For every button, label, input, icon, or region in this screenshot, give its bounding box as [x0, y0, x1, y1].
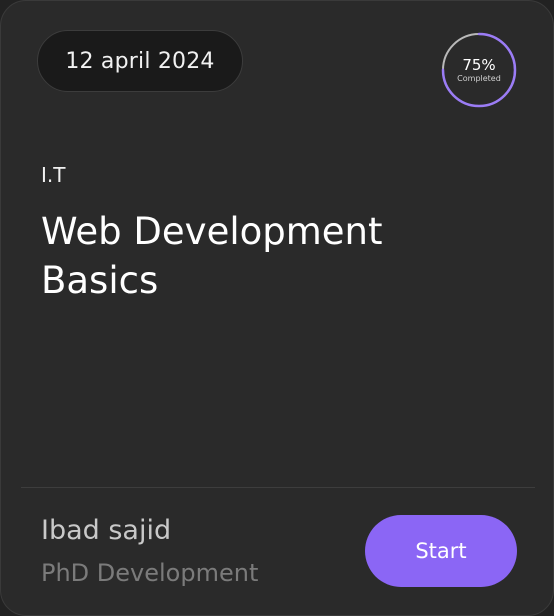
course-title: Web Development Basics [41, 210, 383, 302]
progress-status: Completed [457, 74, 501, 83]
progress-percent: 75% [462, 56, 496, 74]
author-role: PhD Development [41, 559, 259, 587]
progress-ring: 75% Completed [440, 31, 518, 109]
divider [21, 487, 535, 488]
author-name: Ibad sajid [41, 515, 172, 546]
course-card: 12 april 2024 75% Completed I.T Web Deve… [0, 0, 554, 616]
start-button[interactable]: Start [365, 515, 517, 587]
course-category: I.T [41, 163, 66, 187]
date-badge: 12 april 2024 [37, 30, 243, 92]
date-label: 12 april 2024 [65, 48, 215, 74]
